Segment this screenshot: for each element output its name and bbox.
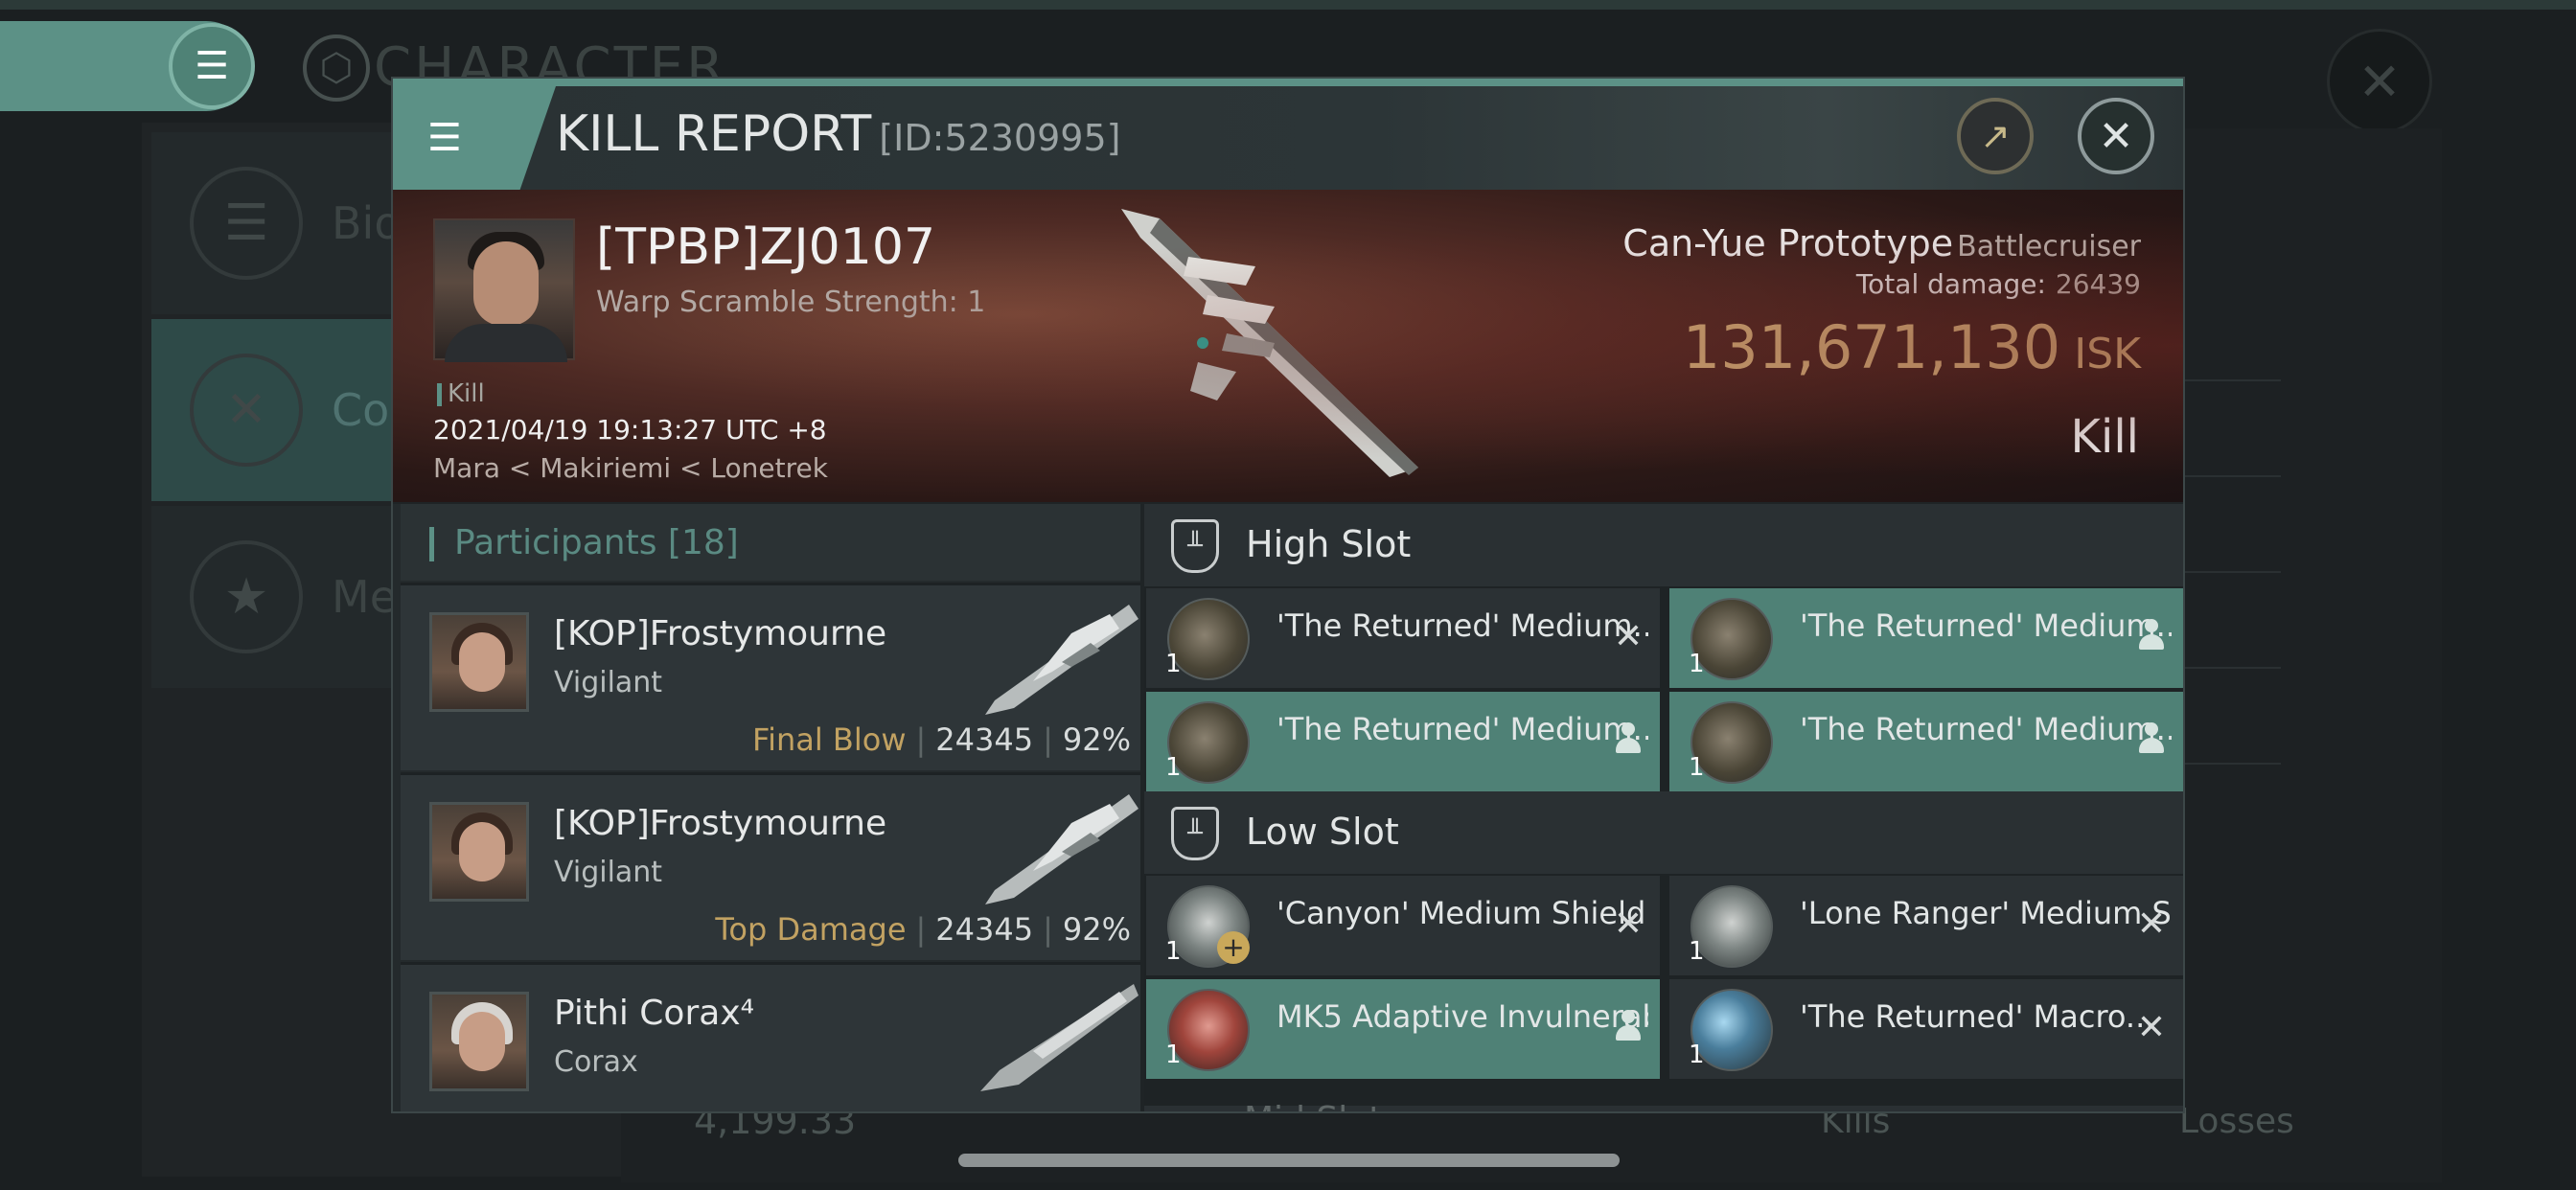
participant-row[interactable]: [KOP]Frostymourne Vigilant Final Blow | 24… — [401, 583, 1140, 770]
close-icon: ✕ — [1613, 617, 1643, 656]
report-id: [ID:5230995] — [879, 117, 1121, 159]
victim-subtitle: Warp Scramble Strength: 1 — [596, 286, 986, 319]
title-text: KILL REPORT — [556, 105, 872, 163]
close-icon: ✕ — [1613, 904, 1643, 944]
module-name: 'Lone Ranger' Medium Shiel... — [1800, 895, 2172, 931]
participant-row[interactable]: [KOP]Frostymourne Vigilant Top Damage | 24… — [401, 772, 1140, 960]
module-qty: 1 — [1689, 753, 1705, 782]
module-name: 'The Returned' Medium... — [1800, 607, 2172, 644]
accent-line — [393, 79, 2183, 86]
person-icon — [1614, 1010, 1643, 1042]
high-slot-header: ╨ High Slot — [1144, 504, 2183, 586]
ship-class: Battlecruiser — [1957, 230, 2141, 263]
high-slot-icon: ╨ — [1171, 519, 1219, 573]
isk-value: 131,671,130 — [1682, 312, 2061, 382]
fitting-panel: ╨ High Slot 1 'The Returned' Medium... ✕… — [1144, 504, 2183, 1111]
list-icon: ☰ — [190, 167, 303, 280]
module-name: 'Canyon' Medium Shield... — [1276, 895, 1648, 931]
participant-stats: Top Damage | 24345 | 92% — [715, 911, 1131, 948]
character-icon: ⬡ — [303, 34, 370, 102]
module-name: 'The Returned' Macro... — [1800, 998, 2155, 1035]
ship-icon — [985, 605, 1138, 715]
module-item[interactable]: 1 'Lone Ranger' Medium Shiel... ✕ — [1669, 876, 2183, 975]
slot-title: High Slot — [1246, 523, 1412, 565]
module-qty: 1 — [1165, 650, 1182, 678]
plus-badge-icon: + — [1217, 931, 1250, 964]
kill-tag: Kill — [437, 379, 485, 408]
module-name: 'The Returned' Medium... — [1276, 607, 1648, 644]
low-slot-icon: ╨ — [1171, 807, 1219, 860]
avatar — [429, 612, 529, 712]
kill-datetime: 2021/04/19 19:13:27 UTC +8 — [433, 414, 827, 446]
avatar — [429, 802, 529, 902]
damage-label: Total damage: — [1855, 268, 2046, 300]
slot-title: Mid Slot — [1244, 1100, 1382, 1111]
close-icon[interactable]: ✕ — [2327, 29, 2432, 134]
isk-value-line: 131,671,130 ISK — [1683, 312, 2141, 382]
ship-name-line: Can-Yue Prototype Battlecruiser — [1622, 222, 2141, 264]
participant-row[interactable]: Pithi Corax⁴ Corax — [401, 962, 1140, 1111]
module-item[interactable]: 1 'The Returned' Medium... ✕ — [1146, 588, 1660, 688]
modal-title: KILL REPORT [ID:5230995] — [556, 105, 1120, 163]
victim-name[interactable]: [TPBP]ZJ0107 — [596, 218, 935, 276]
kill-location: Mara < Makiriemi < Lonetrek — [433, 452, 828, 484]
participants-count: [18] — [667, 523, 739, 562]
module-qty: 1 — [1689, 937, 1705, 966]
low-slot-header: ╨ Low Slot — [1144, 791, 2183, 874]
close-icon[interactable]: ✕ — [2078, 98, 2154, 174]
participant-ship: Vigilant — [554, 666, 663, 699]
module-name: MK5 Adaptive Invulnerabili... — [1276, 998, 1648, 1035]
module-item[interactable]: 1 'The Returned' Medium... — [1669, 588, 2183, 688]
close-icon: ✕ — [2136, 904, 2166, 944]
participant-name: [KOP]Frostymourne — [554, 804, 887, 843]
participant-name: [KOP]Frostymourne — [554, 614, 887, 653]
ship-icon — [980, 984, 1138, 1091]
person-icon — [1614, 722, 1643, 755]
participants-header: Participants [18] — [401, 504, 1140, 581]
top-bar — [0, 0, 2576, 10]
hamburger-menu-icon[interactable]: ☰ — [169, 23, 255, 109]
participants-title: Participants — [454, 523, 657, 562]
total-damage-line: Total damage: 26439 — [1856, 268, 2141, 300]
module-qty: 1 — [1689, 1041, 1705, 1069]
kill-report-modal: ☰ KILL REPORT [ID:5230995] ↗ ✕ [TPBP]ZJ01… — [391, 77, 2185, 1113]
home-indicator — [958, 1154, 1620, 1167]
person-icon — [2137, 619, 2166, 652]
participant-ship: Corax — [554, 1045, 638, 1079]
person-icon — [2137, 722, 2166, 755]
module-item[interactable]: 1 MK5 Adaptive Invulnerabili... — [1146, 979, 1660, 1079]
participant-name: Pithi Corax⁴ — [554, 994, 755, 1033]
ship-name[interactable]: Can-Yue Prototype — [1622, 222, 1953, 264]
victim-banner: [TPBP]ZJ0107 Warp Scramble Strength: 1 K… — [393, 190, 2183, 502]
result-label: Kill — [2070, 410, 2139, 464]
share-icon[interactable]: ↗ — [1957, 98, 2034, 174]
ship-image[interactable] — [1102, 199, 1457, 487]
module-item[interactable]: 1 'The Returned' Macro... ✕ — [1669, 979, 2183, 1079]
module-item[interactable]: 1 'The Returned' Medium... — [1669, 692, 2183, 791]
participants-panel: Participants [18] [KOP]Frostymourne Vigi… — [393, 504, 1140, 1111]
close-icon: ✕ — [2136, 1008, 2166, 1047]
avatar — [429, 992, 529, 1091]
module-name: 'The Returned' Medium... — [1800, 711, 2172, 747]
module-item[interactable]: + 1 'Canyon' Medium Shield... ✕ — [1146, 876, 1660, 975]
participant-ship: Vigilant — [554, 856, 663, 889]
module-qty: 1 — [1165, 753, 1182, 782]
module-name: 'The Returned' Medium... — [1276, 711, 1648, 747]
star-medal-icon: ★ — [190, 540, 303, 653]
slot-title: Low Slot — [1246, 811, 1399, 853]
module-item[interactable]: 1 'The Returned' Medium... — [1146, 692, 1660, 791]
losses-label: Losses — [2179, 1102, 2294, 1141]
victim-avatar[interactable] — [433, 218, 575, 362]
module-qty: 1 — [1689, 650, 1705, 678]
participant-stats: Final Blow | 24345 | 92% — [752, 721, 1131, 758]
mid-slot-header: Mid Slot — [1144, 1100, 2183, 1111]
module-qty: 1 — [1165, 1041, 1182, 1069]
isk-unit: ISK — [2074, 330, 2141, 378]
damage-value: 26439 — [2055, 268, 2141, 300]
module-qty: 1 — [1165, 937, 1182, 966]
ship-icon — [985, 794, 1138, 904]
crossed-swords-icon: ✕ — [190, 354, 303, 467]
